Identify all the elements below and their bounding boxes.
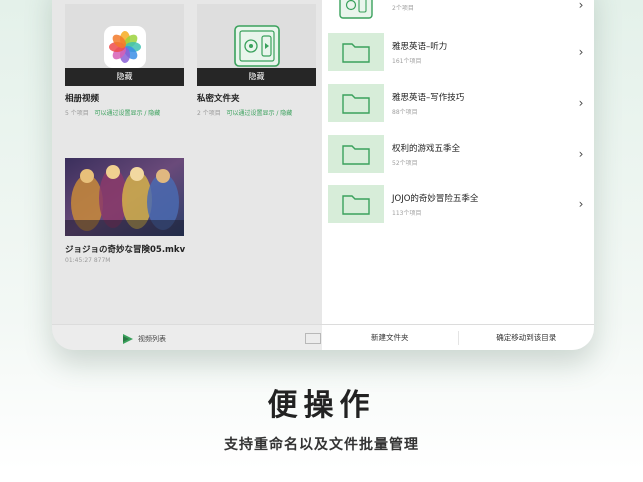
hide-label[interactable]: 隐藏	[197, 68, 316, 86]
folder-actions: 新建文件夹 确定移动到该目录	[322, 325, 594, 350]
album-count: 5 个项目	[65, 110, 89, 117]
album-thumbnail[interactable]: 隐藏	[65, 4, 184, 86]
chevron-right-icon[interactable]: ›	[574, 45, 588, 59]
album-title: 相册视频	[65, 94, 100, 104]
folder-row[interactable]: 权利的游戏五季全 52个项目 ›	[328, 135, 588, 173]
private-title: 私密文件夹	[197, 94, 240, 104]
photos-app-icon	[104, 26, 146, 68]
album-hint[interactable]: 可以通过设置显示 / 隐藏	[94, 110, 160, 117]
album-videos-card[interactable]: 隐藏 相册视频 5 个项目 可以通过设置显示 / 隐藏	[65, 4, 184, 117]
album-meta: 5 个项目 可以通过设置显示 / 隐藏	[65, 108, 184, 117]
chevron-right-icon[interactable]: ›	[574, 147, 588, 161]
folder-row[interactable]: JOJO的奇妙冒险五季全 113个项目 ›	[328, 185, 588, 223]
folder-text: 2个项目	[392, 0, 574, 12]
video-thumbnail[interactable]	[65, 158, 184, 236]
media-library-pane: 隐藏 相册视频 5 个项目 可以通过设置显示 / 隐藏 隐藏 私密文件夹 2 个…	[52, 0, 322, 324]
folder-thumb	[328, 33, 384, 71]
folder-text: JOJO的奇妙冒险五季全 113个项目	[392, 192, 574, 217]
folder-count: 88个项目	[392, 108, 418, 116]
safe-icon	[233, 24, 281, 72]
folder-name: JOJO的奇妙冒险五季全	[392, 193, 479, 204]
new-folder-button[interactable]: 新建文件夹	[322, 325, 458, 350]
folder-text: 雅思英语–写作技巧 88个项目	[392, 91, 574, 116]
private-meta: 2 个项目 可以通过设置显示 / 隐藏	[197, 108, 316, 117]
folder-picker-pane: 2个项目 › 雅思英语–听力 161个项目 › 雅思英语–写作技巧 88个项目 …	[322, 0, 594, 324]
tab-files-icon[interactable]	[305, 333, 321, 344]
confirm-move-button[interactable]: 确定移动到该目录	[459, 325, 595, 350]
folder-count: 52个项目	[392, 159, 418, 167]
folder-count: 113个项目	[392, 209, 422, 217]
hide-label[interactable]: 隐藏	[65, 68, 184, 86]
folder-count: 2个项目	[392, 4, 414, 12]
video-list-icon	[123, 334, 133, 344]
promo-subtitle: 支持重命名以及文件批量管理	[224, 437, 419, 453]
chevron-right-icon[interactable]: ›	[574, 197, 588, 211]
folder-thumb	[328, 135, 384, 173]
folder-row[interactable]: 雅思英语–听力 161个项目 ›	[328, 33, 588, 71]
folder-text: 雅思英语–听力 161个项目	[392, 40, 574, 65]
video-title[interactable]: ジョジョの奇妙な冒険05.mkv	[65, 243, 185, 255]
chevron-right-icon[interactable]: ›	[574, 0, 588, 12]
folder-row[interactable]: 2个项目 ›	[328, 0, 588, 24]
private-thumbnail[interactable]: 隐藏	[197, 4, 316, 86]
tab-video-list-label: 视频列表	[138, 335, 166, 343]
private-count: 2 个项目	[197, 110, 221, 117]
folder-name: 雅思英语–听力	[392, 41, 448, 52]
video-meta: 01:45:27 877M	[65, 257, 111, 264]
promo-headline: 便操作	[267, 388, 376, 423]
folder-thumb	[328, 185, 384, 223]
tab-video-list[interactable]: 视频列表	[122, 333, 166, 345]
folder-name: 雅思英语–写作技巧	[392, 92, 465, 103]
private-hint[interactable]: 可以通过设置显示 / 隐藏	[226, 110, 292, 117]
private-folder-card[interactable]: 隐藏 私密文件夹 2 个项目 可以通过设置显示 / 隐藏	[197, 4, 316, 117]
folder-text: 权利的游戏五季全 52个项目	[392, 142, 574, 167]
bottom-toolbar: 视频列表 新建文件夹 确定移动到该目录	[52, 324, 594, 350]
folder-row[interactable]: 雅思英语–写作技巧 88个项目 ›	[328, 84, 588, 122]
folder-thumb	[328, 84, 384, 122]
folder-name: 权利的游戏五季全	[392, 143, 461, 154]
tablet-screen: 隐藏 相册视频 5 个项目 可以通过设置显示 / 隐藏 隐藏 私密文件夹 2 个…	[52, 0, 594, 350]
safe-folder-thumb	[328, 0, 384, 24]
chevron-right-icon[interactable]: ›	[574, 96, 588, 110]
folder-count: 161个项目	[392, 57, 422, 65]
